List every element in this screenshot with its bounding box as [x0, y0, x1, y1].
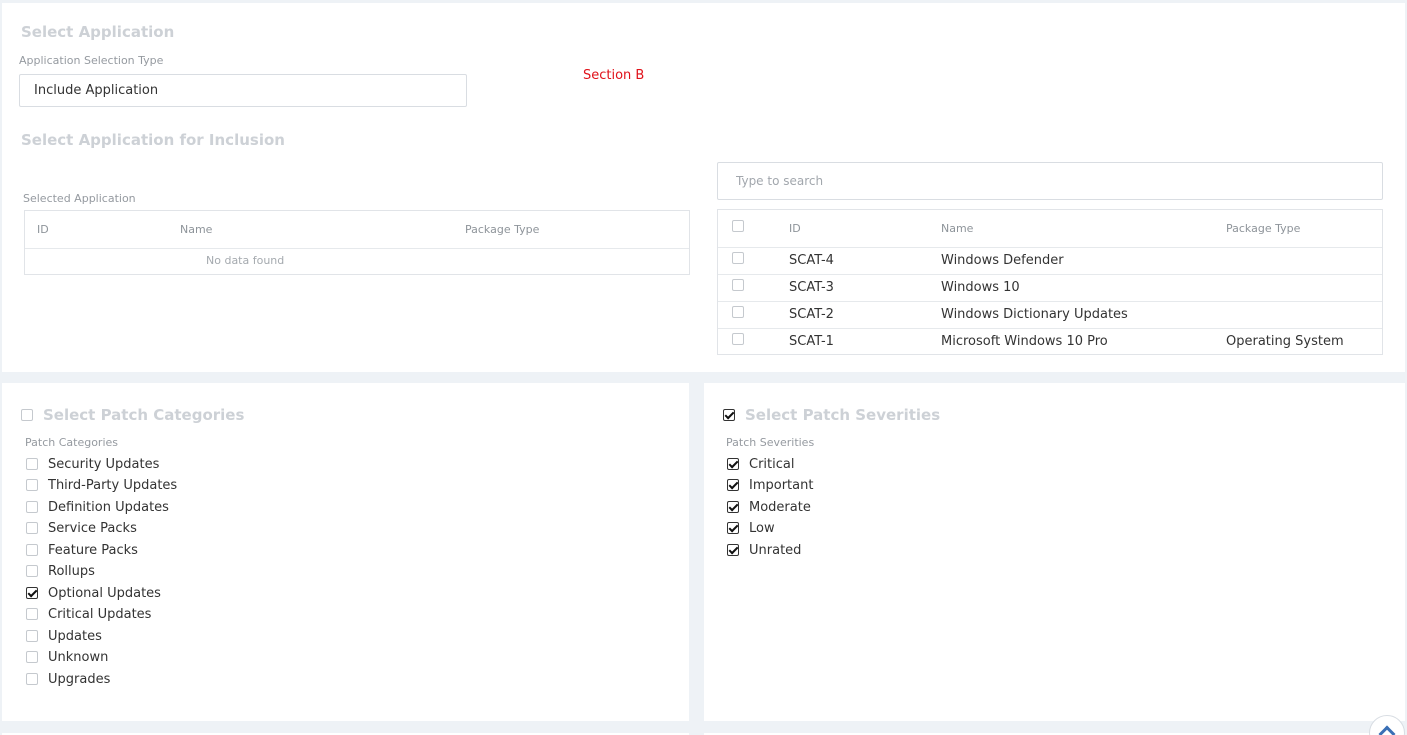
- patch-categories-label: Patch Categories: [25, 436, 119, 449]
- category-label: Updates: [48, 629, 102, 644]
- severity-checkbox-moderate[interactable]: [727, 501, 739, 513]
- row-checkbox[interactable]: [732, 279, 744, 291]
- category-checkbox-upgrades[interactable]: [26, 673, 38, 685]
- col-name: Name: [180, 223, 213, 236]
- select-application-title: Select Application: [21, 23, 175, 41]
- col-package-type: Package Type: [465, 223, 540, 236]
- category-checkbox-feature-packs[interactable]: [26, 544, 38, 556]
- category-label: Critical Updates: [48, 607, 152, 622]
- row-name: Windows Defender: [941, 253, 1064, 268]
- row-name: Windows Dictionary Updates: [941, 307, 1128, 322]
- category-checkbox-security-updates[interactable]: [26, 458, 38, 470]
- row-id: SCAT-4: [789, 253, 834, 268]
- row-checkbox[interactable]: [732, 333, 744, 345]
- header-divider: [718, 247, 1382, 248]
- category-label: Feature Packs: [48, 543, 138, 558]
- category-checkbox-definition-updates[interactable]: [26, 501, 38, 513]
- category-label: Third-Party Updates: [48, 478, 178, 493]
- severity-label: Important: [749, 478, 814, 493]
- patch-categories-panel: Select Patch Categories Patch Categories…: [2, 383, 689, 721]
- row-divider: [718, 301, 1382, 302]
- row-divider: [718, 274, 1382, 275]
- categories-header-checkbox[interactable]: [21, 409, 33, 421]
- row-name: Microsoft Windows 10 Pro: [941, 334, 1108, 349]
- row-id: SCAT-1: [789, 334, 834, 349]
- selection-type-select[interactable]: Include Application: [19, 74, 467, 107]
- patch-severities-label: Patch Severities: [726, 436, 815, 449]
- row-package-type: Operating System: [1226, 334, 1344, 349]
- col-package-type: Package Type: [1226, 222, 1301, 235]
- severity-checkbox-low[interactable]: [727, 522, 739, 534]
- category-label: Security Updates: [48, 457, 160, 472]
- category-label: Rollups: [48, 564, 95, 579]
- row-checkbox[interactable]: [732, 252, 744, 264]
- category-checkbox-rollups[interactable]: [26, 565, 38, 577]
- selection-type-label: Application Selection Type: [19, 54, 164, 67]
- patch-categories-title: Select Patch Categories: [43, 406, 245, 424]
- col-id: ID: [37, 223, 49, 236]
- severity-checkbox-unrated[interactable]: [727, 544, 739, 556]
- row-id: SCAT-2: [789, 307, 834, 322]
- category-checkbox-unknown[interactable]: [26, 651, 38, 663]
- col-id: ID: [789, 222, 801, 235]
- severity-label: Low: [749, 521, 775, 536]
- category-checkbox-third-party-updates[interactable]: [26, 479, 38, 491]
- severity-checkbox-important[interactable]: [727, 479, 739, 491]
- selected-application-table: ID Name Package Type No data found: [24, 210, 690, 275]
- row-divider: [718, 328, 1382, 329]
- severity-checkbox-critical[interactable]: [727, 458, 739, 470]
- severities-header-checkbox[interactable]: [723, 409, 735, 421]
- severity-label: Moderate: [749, 500, 811, 515]
- category-checkbox-service-packs[interactable]: [26, 522, 38, 534]
- section-annotation: Section B: [583, 68, 645, 83]
- patch-severities-title: Select Patch Severities: [745, 406, 941, 424]
- category-label: Optional Updates: [48, 586, 161, 601]
- category-checkbox-updates[interactable]: [26, 630, 38, 642]
- category-checkbox-optional-updates[interactable]: [26, 587, 38, 599]
- row-checkbox[interactable]: [732, 306, 744, 318]
- category-label: Unknown: [48, 650, 109, 665]
- severity-label: Critical: [749, 457, 795, 472]
- application-search-input[interactable]: [717, 162, 1383, 200]
- header-divider: [25, 248, 689, 249]
- row-id: SCAT-3: [789, 280, 834, 295]
- category-label: Service Packs: [48, 521, 137, 536]
- col-name: Name: [941, 222, 974, 235]
- inclusion-title: Select Application for Inclusion: [21, 131, 285, 149]
- no-data-text: No data found: [206, 254, 285, 267]
- category-label: Upgrades: [48, 672, 111, 687]
- select-all-checkbox[interactable]: [732, 220, 744, 232]
- row-name: Windows 10: [941, 280, 1020, 295]
- application-panel: Select Application Application Selection…: [2, 3, 1405, 372]
- selected-application-label: Selected Application: [23, 192, 136, 205]
- category-checkbox-critical-updates[interactable]: [26, 608, 38, 620]
- patch-severities-panel: Select Patch Severities Patch Severities…: [704, 383, 1405, 721]
- selection-type-value: Include Application: [34, 83, 159, 98]
- severity-label: Unrated: [749, 543, 802, 558]
- category-label: Definition Updates: [48, 500, 169, 515]
- available-application-table: ID Name Package Type SCAT-4 Windows Defe…: [717, 209, 1383, 355]
